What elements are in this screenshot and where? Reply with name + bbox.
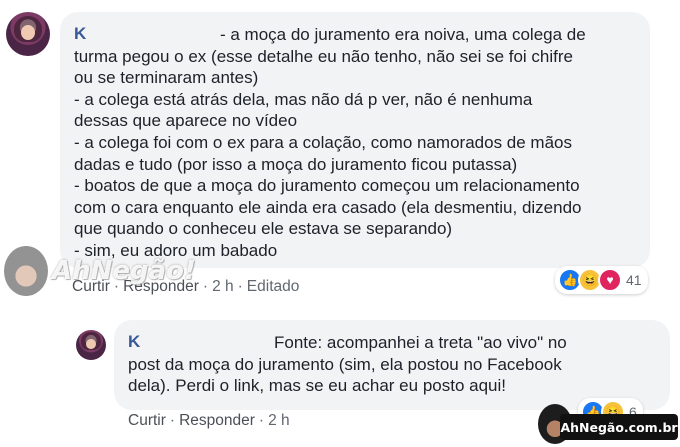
- comment-reactions[interactable]: 👍 😆 ♥ 41: [555, 266, 648, 294]
- separator: ·: [202, 278, 209, 295]
- love-icon: ♥: [598, 268, 622, 292]
- separator: ·: [237, 278, 243, 295]
- reply-actions: Curtir · Responder · 2 h: [128, 412, 290, 430]
- watermark-logo: AhNegão!: [0, 240, 196, 300]
- comment-avatar[interactable]: [6, 12, 50, 56]
- comment-bubble: K - a moça do juramento era noiva, uma c…: [60, 12, 650, 268]
- separator: ·: [169, 412, 176, 429]
- reply-button[interactable]: Responder: [179, 412, 255, 429]
- watermark-text: AhNegão!: [52, 256, 196, 286]
- avatar-face: [86, 339, 96, 350]
- brand-watermark: AhNegão.com.br: [560, 414, 678, 440]
- timestamp[interactable]: 2 h: [212, 278, 234, 295]
- like-button[interactable]: Curtir: [128, 412, 166, 429]
- reply-bubble: K Fonte: acompanhei a treta "ao vivo" no…: [114, 320, 670, 410]
- reply-text: Fonte: acompanhei a treta "ao vivo" no p…: [128, 333, 567, 396]
- separator: ·: [258, 412, 265, 429]
- timestamp[interactable]: 2 h: [268, 412, 290, 429]
- reply-avatar[interactable]: [76, 330, 106, 360]
- reaction-count: 41: [626, 272, 642, 288]
- edited-label[interactable]: Editado: [247, 278, 300, 295]
- comment-text: - a moça do juramento era noiva, uma col…: [74, 25, 586, 260]
- watermark-mascot-icon: [4, 246, 48, 296]
